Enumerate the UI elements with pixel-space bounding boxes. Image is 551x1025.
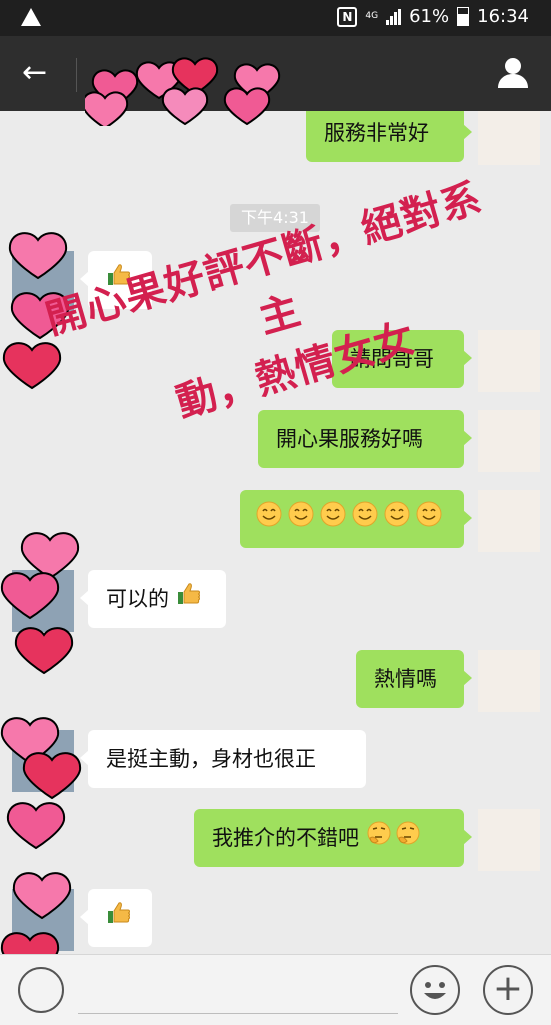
my-avatar[interactable] <box>478 410 540 472</box>
smiling-face-icon <box>256 491 448 549</box>
my-avatar[interactable] <box>478 111 540 165</box>
message-bubble-outgoing[interactable]: 我推介的不錯吧 <box>194 809 472 868</box>
message-text: 是挺主動，身材也很正 <box>106 747 316 771</box>
timestamp: 下午4:31 <box>230 204 320 232</box>
contact-avatar[interactable] <box>12 730 74 792</box>
message-bubble-outgoing[interactable]: 請問哥哥 <box>332 330 472 388</box>
header-divider <box>76 58 77 92</box>
clock: 16:34 <box>477 6 529 27</box>
my-avatar[interactable] <box>478 490 540 552</box>
person-icon[interactable] <box>495 54 531 90</box>
message-input[interactable] <box>78 1013 398 1014</box>
warning-triangle-icon <box>20 7 42 31</box>
message-bubble-incoming[interactable]: 是挺主動，身材也很正 <box>80 730 366 788</box>
thumbs-up-icon <box>176 571 202 629</box>
message-bubble-incoming[interactable] <box>80 251 152 310</box>
signal-icon <box>386 8 402 25</box>
thumbs-up-icon <box>106 252 132 310</box>
message-text: 熱情嗎 <box>374 667 437 691</box>
my-avatar[interactable] <box>478 650 540 712</box>
back-arrow-icon[interactable]: ← <box>22 58 47 88</box>
network-type: 4G <box>365 11 379 21</box>
contact-avatar[interactable] <box>12 570 74 632</box>
contact-avatar[interactable] <box>12 889 74 951</box>
message-text: 請問哥哥 <box>350 347 434 371</box>
message-bubble-outgoing[interactable]: 開心果服務好嗎 <box>258 410 472 468</box>
my-avatar[interactable] <box>478 330 540 392</box>
message-text: 服務非常好 <box>324 121 429 145</box>
thumbs-up-icon <box>106 890 132 948</box>
message-bubble-outgoing[interactable]: 熱情嗎 <box>356 650 472 708</box>
message-bubble-outgoing[interactable]: 服務非常好 <box>306 111 472 162</box>
message-bubble-incoming[interactable] <box>80 889 152 948</box>
chat-input-bar: + <box>0 954 551 1025</box>
message-text: 開心果服務好嗎 <box>276 427 423 451</box>
chat-message-list[interactable]: 服務非常好 下午4:31 請問哥哥 開心果服務好嗎 可以的 熱情嗎 是挺主動，身… <box>0 111 551 954</box>
nfc-icon: N <box>337 6 358 27</box>
message-text: 可以的 <box>106 587 169 611</box>
voice-icon[interactable] <box>18 967 64 1013</box>
smiley-icon[interactable] <box>410 965 460 1015</box>
battery-percent: 61% <box>409 6 450 27</box>
chat-header: ← <box>0 36 551 126</box>
contact-avatar[interactable] <box>12 251 74 313</box>
my-avatar[interactable] <box>478 809 540 871</box>
plus-icon[interactable]: + <box>483 965 533 1015</box>
message-text: 我推介的不錯吧 <box>212 826 359 850</box>
message-bubble-incoming[interactable]: 可以的 <box>80 570 226 629</box>
message-bubble-outgoing[interactable] <box>240 490 472 549</box>
thinking-face-icon <box>366 810 422 868</box>
battery-icon <box>457 7 470 26</box>
status-bar: N 4G 61% 16:34 <box>0 0 551 36</box>
